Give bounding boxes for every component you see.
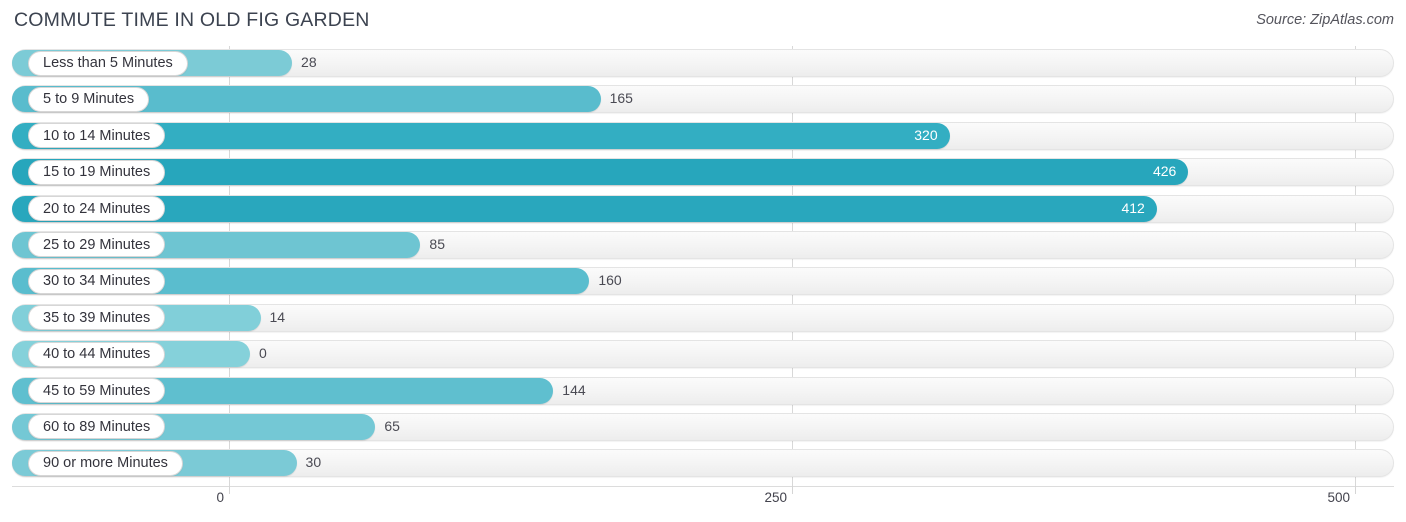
bar-row[interactable]: 35 to 39 Minutes 14 xyxy=(0,301,1406,337)
bar-value-label: 30 xyxy=(305,454,322,471)
bar-value-label: 0 xyxy=(259,345,267,362)
bar-value-label: 165 xyxy=(609,90,633,107)
bar-category-label: 35 to 39 Minutes xyxy=(28,305,166,331)
bar-category-label: 20 to 24 Minutes xyxy=(28,196,166,222)
bar-category-label: 25 to 29 Minutes xyxy=(28,232,166,258)
bar-category-label-text: 90 or more Minutes xyxy=(43,455,168,472)
bar-category-label-text: 10 to 14 Minutes xyxy=(43,127,151,144)
bar-row[interactable]: 30 to 34 Minutes 160 xyxy=(0,264,1406,300)
bar-category-label: 40 to 44 Minutes xyxy=(28,341,166,367)
bar-row[interactable]: 45 to 59 Minutes 144 xyxy=(0,374,1406,410)
bar[interactable] xyxy=(12,195,1157,222)
x-tick-label: 0 xyxy=(216,490,224,505)
bar-category-label-text: 45 to 59 Minutes xyxy=(43,382,151,399)
bar-value-label: 160 xyxy=(598,272,622,289)
bar-category-label-text: 20 to 24 Minutes xyxy=(43,200,151,217)
bar-row[interactable]: 25 to 29 Minutes 85 xyxy=(0,228,1406,264)
bar-value-label: 14 xyxy=(269,308,286,325)
bar-value-label: 412 xyxy=(1121,199,1145,216)
bar-row[interactable]: 20 to 24 Minutes 412 xyxy=(0,192,1406,228)
bar-category-label-text: 25 to 29 Minutes xyxy=(43,236,151,253)
bar-value-label: 320 xyxy=(914,126,938,143)
bar-category-label: 60 to 89 Minutes xyxy=(28,414,166,440)
bar-row[interactable]: Less than 5 Minutes 28 xyxy=(0,46,1406,82)
x-tick-label: 500 xyxy=(1327,490,1350,505)
bar-category-label-text: 5 to 9 Minutes xyxy=(43,91,135,108)
bar-row[interactable]: 15 to 19 Minutes 426 xyxy=(0,155,1406,191)
bar-category-label: Less than 5 Minutes xyxy=(28,50,188,76)
bar-row[interactable]: 10 to 14 Minutes 320 xyxy=(0,119,1406,155)
bar-value-label: 65 xyxy=(384,417,400,434)
bar-rows: Less than 5 Minutes 28 5 to 9 Minutes 165 10… xyxy=(0,46,1406,483)
bar-category-label-text: 15 to 19 Minutes xyxy=(43,164,151,181)
bar-row[interactable]: 5 to 9 Minutes 165 xyxy=(0,82,1406,118)
bar-row[interactable]: 90 or more Minutes 30 xyxy=(0,446,1406,482)
bar-value-label: 426 xyxy=(1152,163,1177,180)
bar-row[interactable]: 40 to 44 Minutes 0 xyxy=(0,337,1406,373)
chart-plot-area: Less than 5 Minutes 28 5 to 9 Minutes 165 10… xyxy=(0,46,1406,486)
x-tick-label: 250 xyxy=(764,490,787,505)
source-attribution: Source: ZipAtlas.com xyxy=(1256,12,1394,28)
bar-category-label-text: Less than 5 Minutes xyxy=(43,55,173,71)
bar-category-label: 10 to 14 Minutes xyxy=(28,123,166,149)
bar-category-label-text: 30 to 34 Minutes xyxy=(43,273,151,290)
tick-mark xyxy=(792,486,793,494)
bar-category-label: 45 to 59 Minutes xyxy=(28,378,166,404)
x-axis: 0 250 500 xyxy=(0,486,1406,522)
bar[interactable] xyxy=(12,159,1189,186)
tick-mark xyxy=(1355,486,1356,494)
bar-row[interactable]: 60 to 89 Minutes 65 xyxy=(0,410,1406,446)
bar-category-label-text: 40 to 44 Minutes xyxy=(43,346,151,363)
bar-value-label: 85 xyxy=(429,235,445,252)
bar-category-label: 15 to 19 Minutes xyxy=(28,159,166,185)
bar-category-label: 90 or more Minutes xyxy=(28,450,183,476)
bar-value-label: 28 xyxy=(301,54,317,70)
page-title: COMMUTE TIME IN OLD FIG GARDEN xyxy=(14,9,370,31)
bar-category-label: 5 to 9 Minutes xyxy=(28,86,150,112)
chart-header: COMMUTE TIME IN OLD FIG GARDEN Source: Z… xyxy=(0,0,1406,42)
bar-category-label: 30 to 34 Minutes xyxy=(28,268,166,294)
bar-category-label-text: 35 to 39 Minutes xyxy=(43,309,151,326)
bar-category-label-text: 60 to 89 Minutes xyxy=(43,418,151,435)
axis-line xyxy=(12,486,1394,487)
bar-value-label: 144 xyxy=(562,381,586,398)
tick-mark xyxy=(229,486,230,494)
